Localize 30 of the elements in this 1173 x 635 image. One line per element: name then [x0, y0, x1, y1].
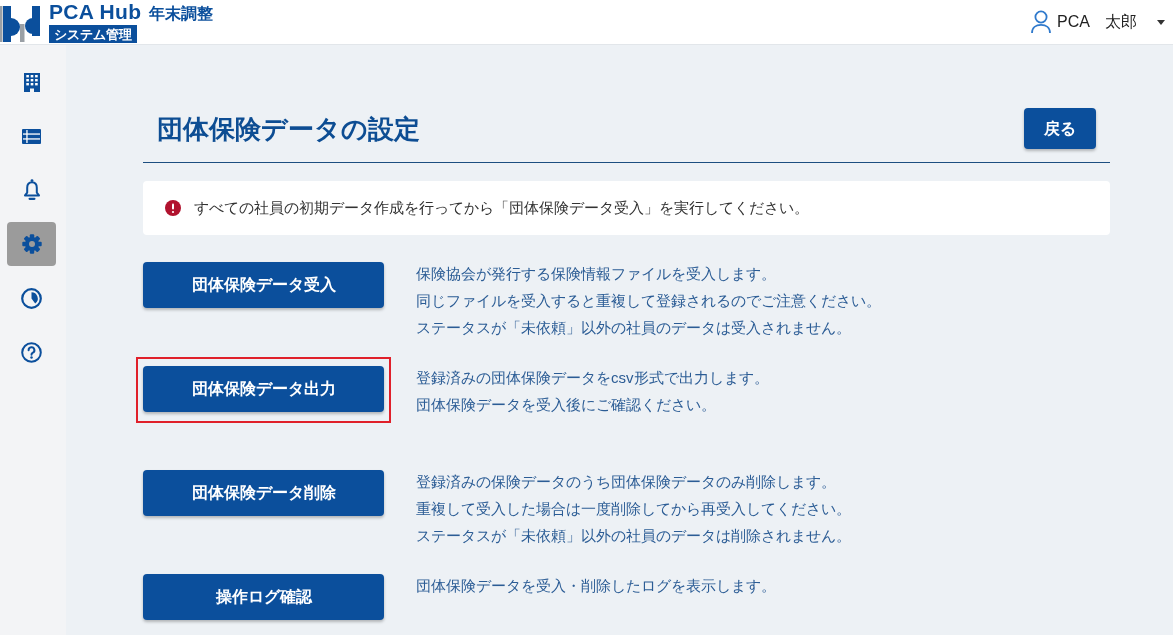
module-name: 年末調整	[149, 6, 214, 22]
bell-icon	[22, 179, 41, 201]
description-text: ステータスが「未依頼」以外の社員のデータは削除されません。	[416, 526, 851, 546]
module-badge: システム管理	[49, 25, 137, 43]
action-button[interactable]: 団体保険データ削除	[143, 470, 384, 516]
action-button[interactable]: 団体保険データ出力	[143, 366, 384, 412]
building-icon	[23, 72, 40, 92]
pie-chart-icon	[21, 287, 42, 309]
user-name: PCA 太郎	[1057, 12, 1137, 32]
action-button[interactable]: 団体保険データ受入	[143, 262, 384, 308]
page-title: 団体保険データの設定	[157, 115, 420, 142]
product-name: PCA Hub	[49, 1, 142, 22]
settings-icon	[21, 234, 42, 254]
list-icon	[22, 128, 41, 144]
sidebar-button[interactable]	[7, 222, 56, 266]
description-text: ステータスが「未依頼」以外の社員のデータは受入されません。	[416, 318, 852, 338]
description-text: 団体保険データを受入・削除したログを表示します。	[416, 576, 776, 596]
alert-text: すべての社員の初期データ作成を行ってから「団体保険データ受入」を実行してください。	[194, 197, 809, 218]
description-text: 保険協会が発行する保険情報ファイルを受入します。	[416, 264, 777, 284]
back-button[interactable]: 戻る	[1024, 108, 1096, 149]
description-text: 登録済みの保険データのうち団体保険データのみ削除します。	[416, 472, 837, 492]
help-icon	[21, 341, 42, 363]
action-button[interactable]: 操作ログ確認	[143, 574, 384, 620]
caret-icon	[1157, 19, 1165, 25]
description-text: 同じファイルを受入すると重複して登録されるのでご注意ください。	[416, 291, 881, 311]
description-text: 登録済みの団体保険データをcsv形式で出力します。	[416, 368, 769, 388]
alert-icon	[165, 200, 181, 216]
user-icon	[1030, 10, 1052, 34]
description-text: 団体保険データを受入後にご確認ください。	[416, 395, 717, 415]
description-text: 重複して受入した場合は一度削除してから再受入してください。	[416, 499, 851, 519]
